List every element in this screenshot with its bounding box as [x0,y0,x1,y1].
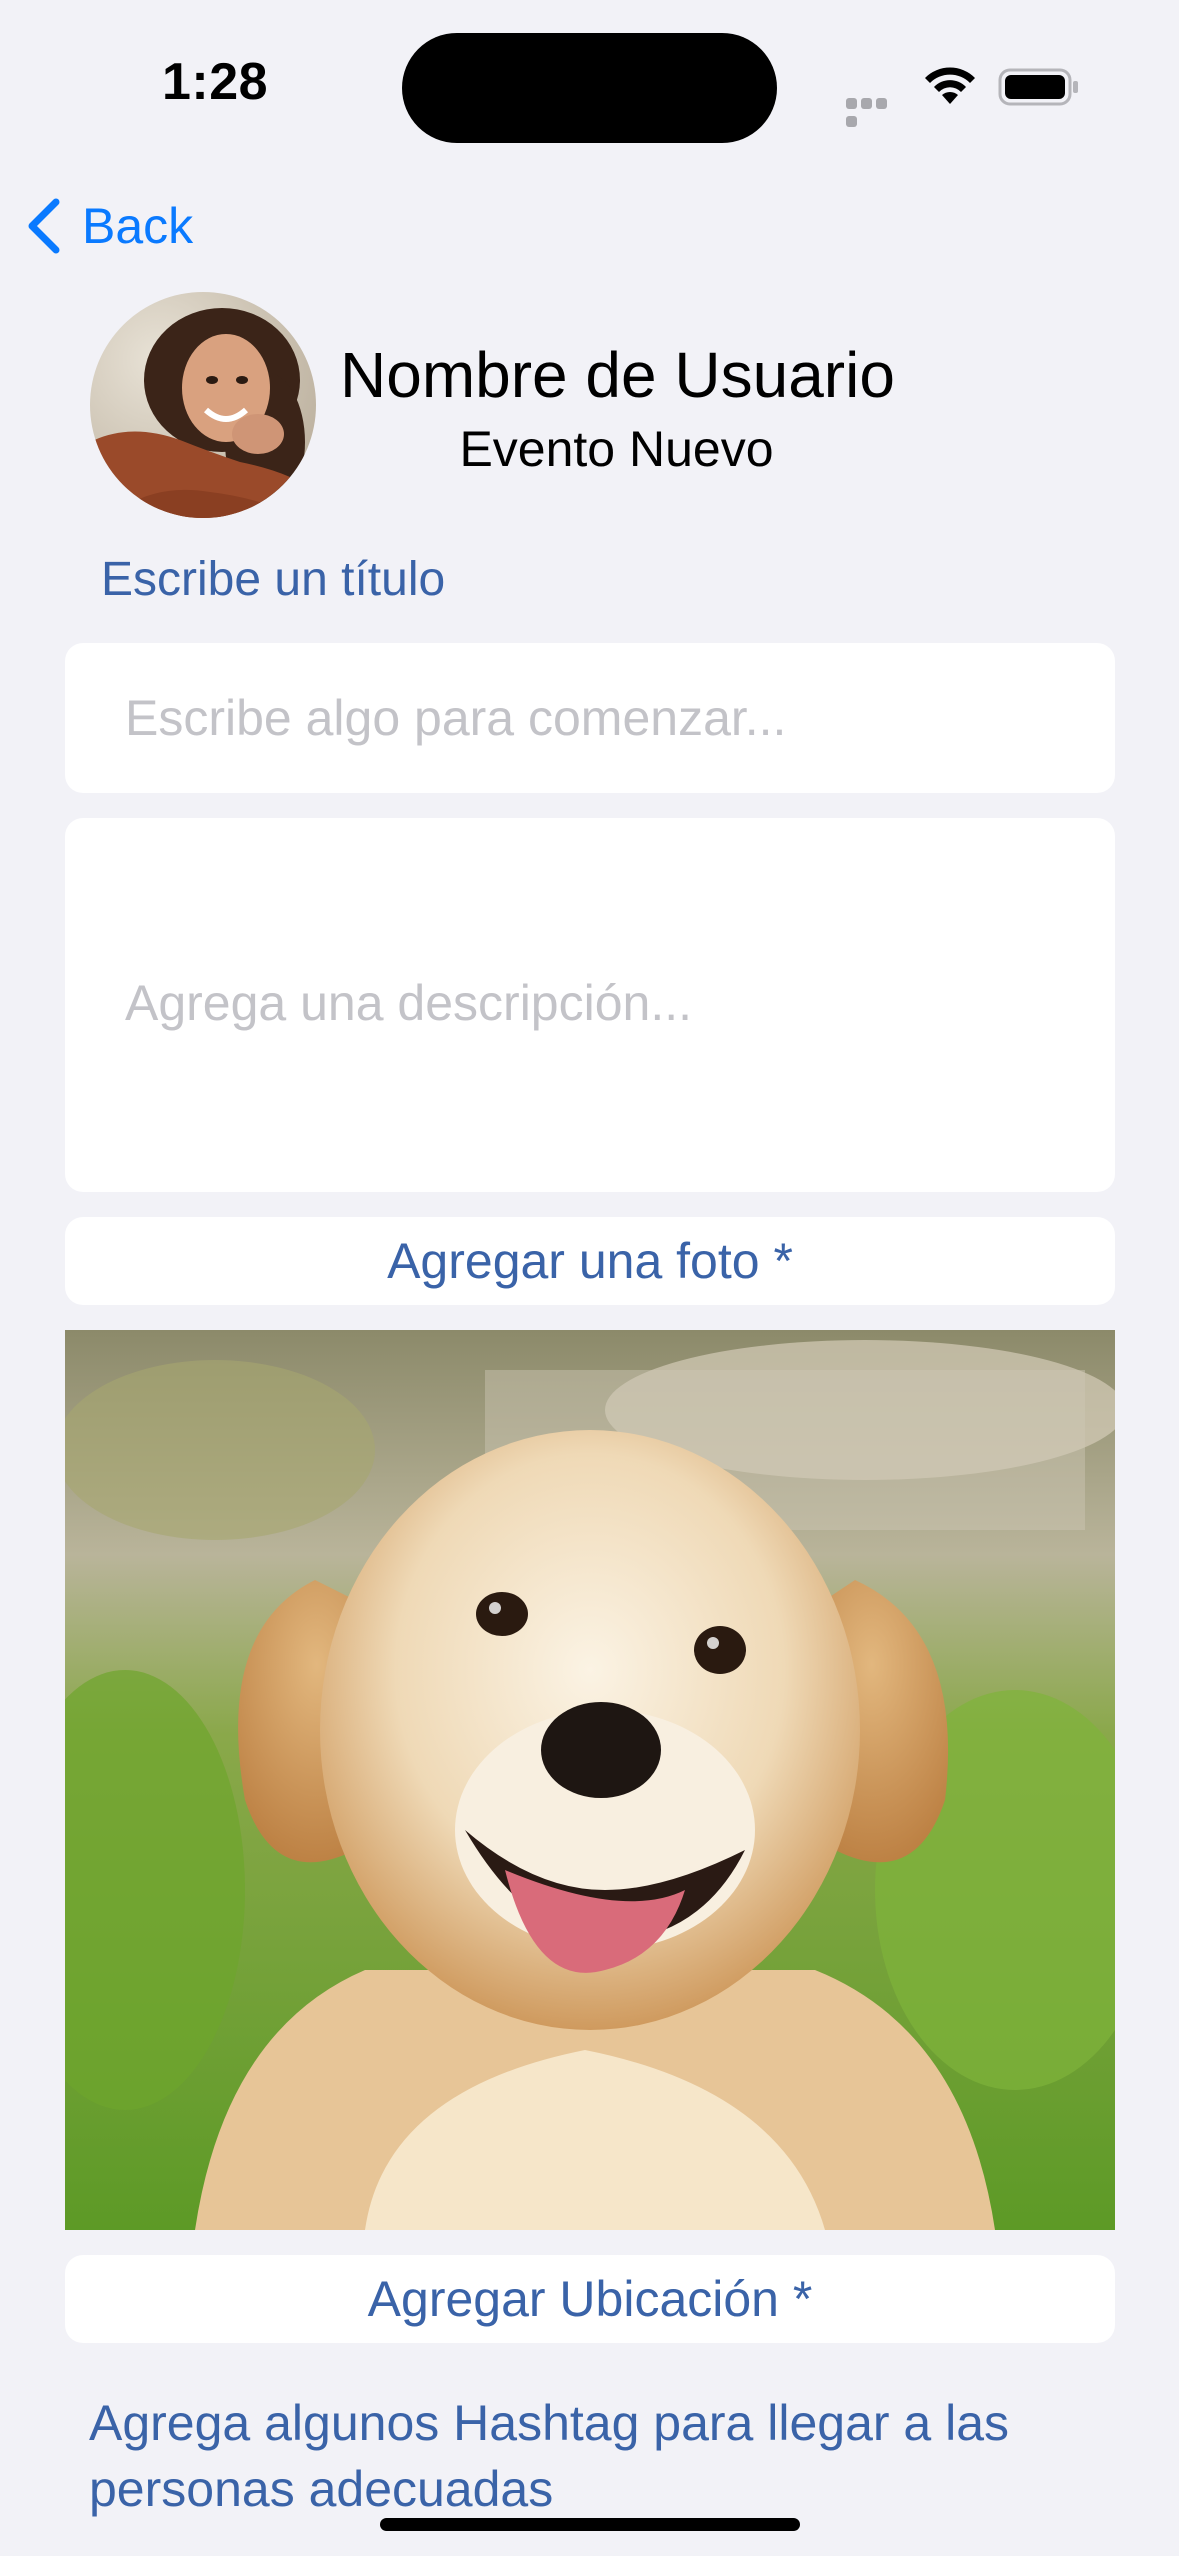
dynamic-island [402,33,777,143]
add-photo-label: Agregar una foto * [387,1233,793,1289]
hashtag-hint: Agrega algunos Hashtag para llegar a las… [89,2395,1010,2517]
home-indicator[interactable] [380,2518,800,2531]
description-input[interactable] [65,818,1115,1192]
title-input[interactable] [65,643,1115,793]
chevron-left-icon [28,198,60,254]
page-subtitle: Evento Nuevo [459,421,774,477]
back-label: Back [82,198,194,254]
user-name: Nombre de Usuario [340,339,895,411]
avatar-photo [90,292,316,518]
battery-icon [998,68,1078,106]
wifi-icon [925,67,975,104]
add-photo-button[interactable]: Agregar una foto * [65,1217,1115,1305]
dog-photo [65,1330,1115,2230]
selected-photo[interactable] [65,1330,1115,2230]
title-label: Escribe un título [101,553,446,606]
title-field[interactable] [65,643,1115,793]
add-location-label: Agregar Ubicación * [367,2271,813,2327]
description-field[interactable] [65,818,1115,1192]
avatar[interactable] [90,292,316,518]
cellular-signal-icon [846,96,904,127]
add-location-button[interactable]: Agregar Ubicación * [65,2255,1115,2343]
back-button[interactable]: Back [24,190,193,262]
status-time: 1:28 [162,53,269,111]
new-event-screen: 1:28 Back Nombre de Usuario Evento Nuevo… [0,0,1179,2556]
